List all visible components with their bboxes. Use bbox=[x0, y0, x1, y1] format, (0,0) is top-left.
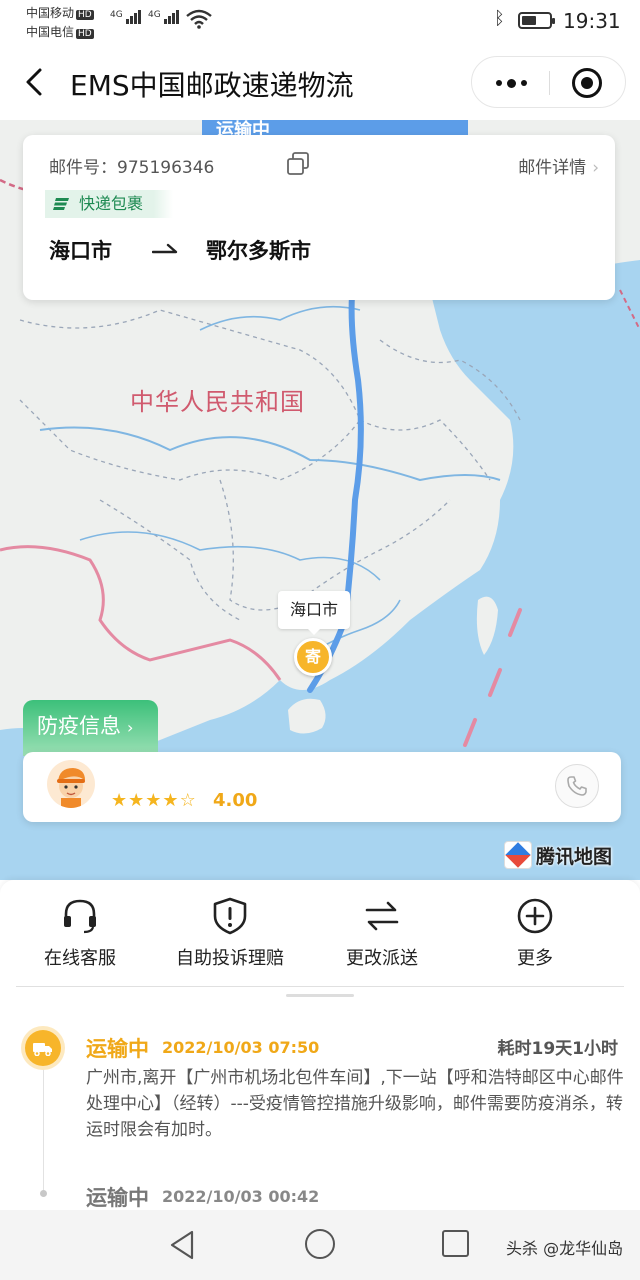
tracking-number-row: 邮件号：975196346 bbox=[49, 158, 215, 178]
ems-logo-icon bbox=[53, 198, 69, 210]
status-bar: 中国移动 HD 中国电信 HD 4G 4G ᛒ 19:31 bbox=[0, 0, 640, 44]
rating-stars: ★ ★ ★ ★ ☆ bbox=[111, 790, 196, 811]
map-country-label: 中华人民共和国 bbox=[130, 388, 305, 416]
epidemic-info-tab[interactable]: 防疫信息 › bbox=[23, 700, 158, 756]
chevron-right-icon: › bbox=[127, 718, 134, 737]
origin-marker-icon[interactable]: 寄 bbox=[294, 638, 332, 676]
star-empty-icon: ☆ bbox=[179, 790, 196, 811]
courier-card: ★ ★ ★ ★ ☆ 4.00 bbox=[23, 752, 621, 822]
star-filled-icon: ★ bbox=[145, 790, 162, 811]
wifi-icon bbox=[186, 9, 212, 29]
courier-avatar bbox=[47, 760, 95, 808]
package-type-tag: 快递包裹 bbox=[45, 190, 174, 218]
page-title: EMS中国邮政速递物流 bbox=[70, 69, 354, 102]
headset-icon bbox=[64, 899, 96, 934]
chevron-right-icon: › bbox=[592, 158, 599, 178]
back-arrow-icon[interactable] bbox=[20, 62, 56, 102]
star-filled-icon: ★ bbox=[128, 790, 145, 811]
event-status: 运输中 bbox=[86, 1037, 149, 1061]
destination-city: 鄂尔多斯市 bbox=[206, 239, 311, 263]
event-time: 2022/10/03 00:42 bbox=[162, 1187, 320, 1206]
close-miniprogram-icon[interactable] bbox=[572, 68, 602, 98]
carrier-1: 中国移动 HD bbox=[26, 6, 94, 20]
shipment-detail-link[interactable]: 邮件详情 › bbox=[518, 153, 599, 178]
complaint-claim-button[interactable]: 自助投诉理赔 bbox=[150, 896, 310, 986]
origin-city-callout: 海口市 bbox=[278, 591, 350, 635]
action-bar: 在线客服 自助投诉理赔 更改派送 更多 bbox=[0, 896, 640, 986]
battery-icon bbox=[518, 12, 555, 29]
nav-bar: EMS中国邮政速递物流 bbox=[0, 44, 640, 120]
copy-icon[interactable] bbox=[285, 151, 311, 177]
call-courier-button[interactable] bbox=[555, 764, 599, 808]
more-button[interactable]: 更多 bbox=[455, 896, 615, 986]
shield-alert-icon bbox=[213, 897, 247, 935]
origin-city: 海口市 bbox=[49, 239, 112, 263]
truck-icon bbox=[25, 1030, 61, 1066]
clock: 19:31 bbox=[563, 9, 621, 33]
plus-circle-icon bbox=[517, 898, 553, 934]
signal-icon: 4G bbox=[148, 10, 180, 24]
divider bbox=[16, 986, 624, 987]
online-service-button[interactable]: 在线客服 bbox=[0, 896, 160, 986]
carrier-2: 中国电信 HD bbox=[26, 25, 94, 39]
system-recents-icon[interactable] bbox=[442, 1230, 469, 1257]
timeline-dot bbox=[40, 1190, 47, 1197]
star-filled-icon: ★ bbox=[162, 790, 179, 811]
transit-duration: 耗时19天1小时 bbox=[497, 1039, 619, 1059]
signal-icon: 4G bbox=[110, 10, 142, 24]
system-nav-bar: 头杀 @龙华仙岛 bbox=[0, 1210, 640, 1280]
watermark: 头杀 @龙华仙岛 bbox=[506, 1239, 624, 1258]
star-filled-icon: ★ bbox=[111, 790, 128, 811]
system-home-icon[interactable] bbox=[305, 1229, 335, 1259]
bottom-sheet: 在线客服 自助投诉理赔 更改派送 更多 运输中 2022/10/03 07:50… bbox=[0, 880, 640, 1210]
swap-arrows-icon bbox=[365, 901, 399, 931]
event-description: 广州市,离开【广州市机场北包件车间】,下一站【呼和浩特邮区中心邮件处理中心】（经… bbox=[86, 1068, 624, 1140]
miniprogram-capsule bbox=[471, 56, 626, 108]
more-menu-icon[interactable] bbox=[490, 69, 532, 97]
map-brand: 腾讯地图 bbox=[504, 838, 612, 872]
event-time: 2022/10/03 07:50 bbox=[162, 1038, 320, 1057]
shipment-info-card: 邮件号：975196346 邮件详情 › 快递包裹 海口市 鄂尔多斯市 bbox=[23, 135, 615, 300]
phone-icon bbox=[567, 776, 587, 796]
tracking-number: 975196346 bbox=[117, 158, 215, 178]
route-arrow-icon bbox=[152, 243, 178, 254]
change-delivery-button[interactable]: 更改派送 bbox=[302, 896, 462, 986]
tencent-map-logo-icon bbox=[504, 841, 532, 869]
event-status: 运输中 bbox=[86, 1186, 149, 1210]
timeline-line bbox=[43, 1065, 44, 1195]
rating-value: 4.00 bbox=[213, 790, 258, 811]
bluetooth-icon: ᛒ bbox=[494, 8, 505, 29]
sheet-drag-handle[interactable] bbox=[286, 994, 354, 997]
route: 海口市 鄂尔多斯市 bbox=[49, 235, 311, 265]
system-back-icon[interactable] bbox=[168, 1229, 196, 1261]
